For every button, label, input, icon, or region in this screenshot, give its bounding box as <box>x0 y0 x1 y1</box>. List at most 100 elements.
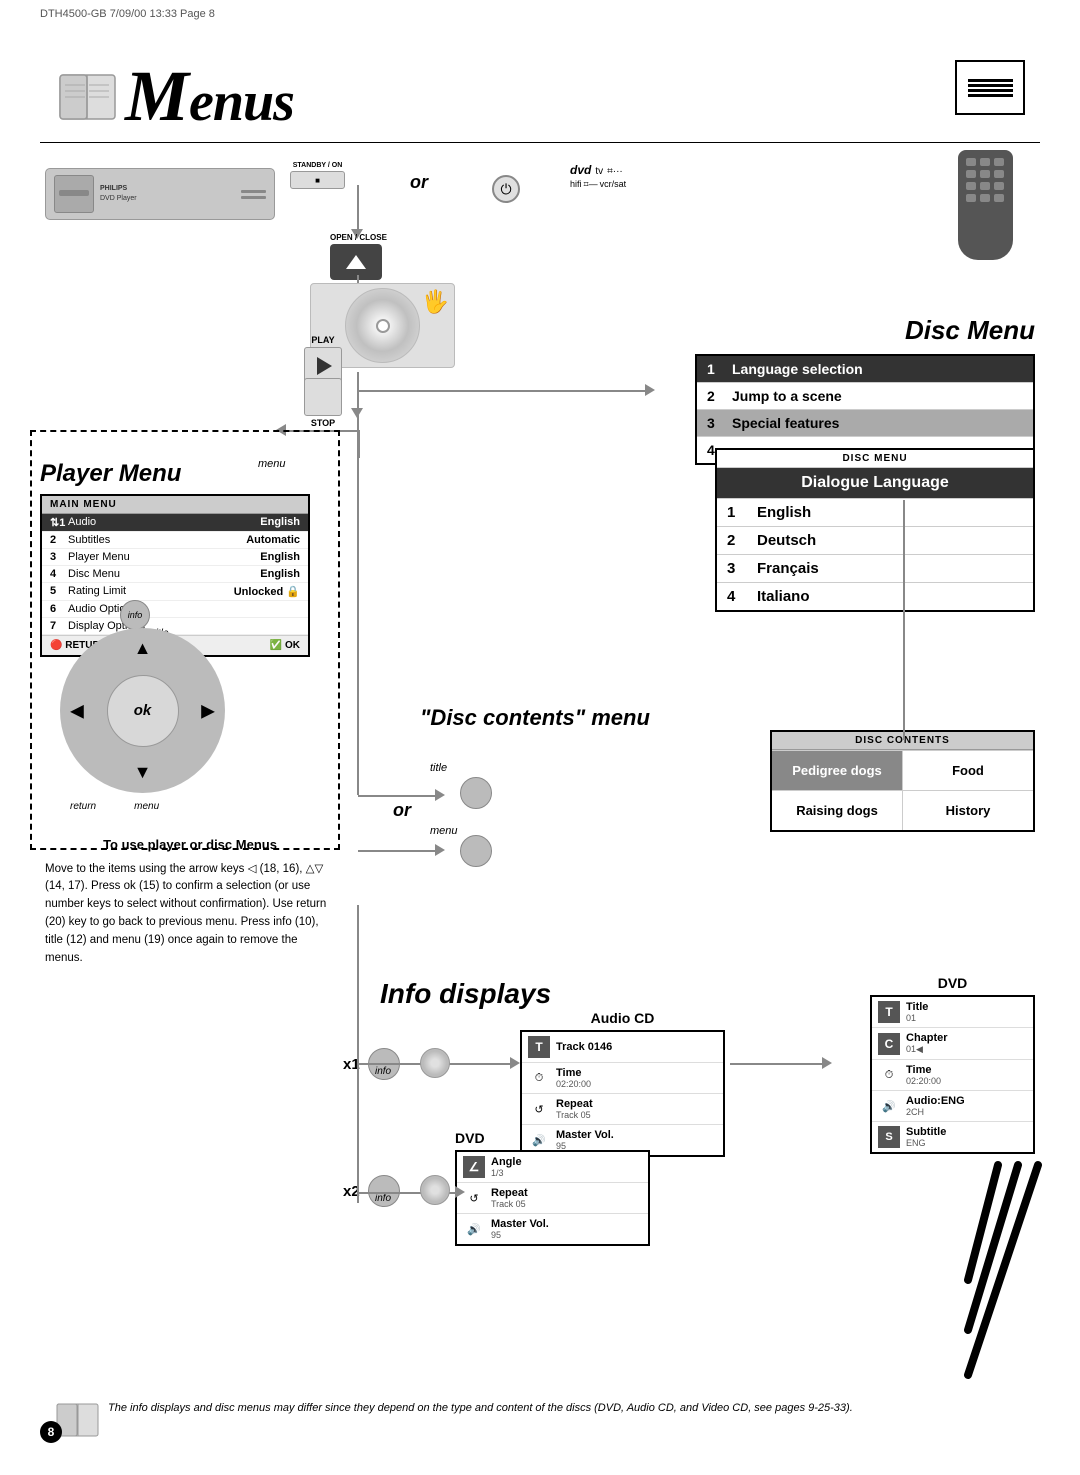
dvd-subtitle-row: S Subtitle ENG <box>872 1122 1033 1152</box>
audio-cd-label: Audio CD <box>520 1010 725 1026</box>
ok-button[interactable]: ok <box>107 675 179 747</box>
dvd-time-text: Time 02:20:00 <box>906 1064 941 1086</box>
x2-area: x2 <box>343 1175 400 1207</box>
time-text: Time 02:20:00 <box>556 1067 591 1089</box>
return-menu-row: return menu <box>60 801 225 812</box>
standby-label: STANDBY / ON <box>290 162 345 169</box>
disc-icon-x2 <box>420 1175 450 1205</box>
flow-line-v5 <box>357 905 359 1203</box>
repeat-row: ↺ Repeat Track 05 <box>522 1094 723 1125</box>
instruction-box: To use player or disc Menus Move to the … <box>45 835 335 967</box>
player-menu-rating[interactable]: 5 Rating Limit Unlocked 🔒 <box>42 583 308 601</box>
remote-circle-area: info title ▲ ▼ ◀ ▶ ok return menu <box>60 628 225 812</box>
dvd-x1-display: T Title 01 C Chapter 01◀ ⏱ Time 02:20:00… <box>870 995 1035 1154</box>
arrow-right-x1 <box>510 1057 520 1069</box>
time-icon: ⏱ <box>528 1067 550 1089</box>
dialogue-item-francais[interactable]: 3Français <box>717 554 1033 582</box>
menu-label-dc: menu <box>430 825 458 837</box>
disc-menu-section: Disc Menu 1Language selection 2Jump to a… <box>695 315 1035 465</box>
stop-label: STOP <box>304 418 342 428</box>
dvd-x2-section: DVD ∠ Angle 1/3 ↺ Repeat Track 05 🔊 Mast… <box>455 1130 650 1246</box>
dvd-graphic <box>963 1160 1048 1380</box>
flow-line-v4 <box>357 415 359 795</box>
dvd-x2-repeat-icon: ↺ <box>463 1187 485 1209</box>
dvd-audio-icon: 🔊 <box>878 1095 900 1117</box>
instruction-body: Move to the items using the arrow keys ◁… <box>45 861 335 968</box>
track-icon: T <box>528 1036 550 1058</box>
dvd-x2-vol-row: 🔊 Master Vol. 95 <box>457 1214 648 1244</box>
footnote-text: The info displays and disc menus may dif… <box>55 1400 1025 1440</box>
doc-reference: DTH4500-GB 7/09/00 13:33 Page 8 <box>40 8 215 20</box>
dialogue-item-english[interactable]: 1English <box>717 498 1033 526</box>
play-label: PLAY <box>304 335 342 345</box>
title-ball[interactable] <box>460 777 492 809</box>
dc-cell-raising[interactable]: Raising dogs <box>772 791 902 830</box>
disc-contents-heading: "Disc contents" menu <box>420 705 650 731</box>
player-menu-subtitles[interactable]: 2 Subtitles Automatic <box>42 532 308 549</box>
angle-text: Angle 1/3 <box>491 1156 522 1178</box>
dvd-x2-vol-text: Master Vol. 95 <box>491 1218 549 1240</box>
dc-cell-history[interactable]: History <box>903 791 1033 830</box>
disc-menu-item-1[interactable]: 1Language selection <box>697 356 1033 383</box>
dialogue-item-italiano[interactable]: 4Italiano <box>717 582 1033 610</box>
arrow-right-dc1 <box>435 789 445 801</box>
page-title: Menus <box>125 55 294 138</box>
open-close-area: OPEN / CLOSE <box>330 233 387 280</box>
open-close-label: OPEN / CLOSE <box>330 233 387 242</box>
disc-menu-item-3[interactable]: 3Special features <box>697 410 1033 437</box>
time-row: ⏱ Time 02:20:00 <box>522 1063 723 1094</box>
dc-cell-pedigree[interactable]: Pedigree dogs <box>772 751 902 790</box>
ok-label[interactable]: ✅ OK <box>270 640 300 651</box>
player-menu-audio[interactable]: ⇅1 Audio English <box>42 514 308 532</box>
arrow-right-x2 <box>455 1186 465 1198</box>
dvd-time-row: ⏱ Time 02:20:00 <box>872 1060 1033 1091</box>
book-icon <box>55 67 120 127</box>
dvd-x2-label: DVD <box>455 1130 650 1146</box>
hifi-source-label: hifi <box>570 179 582 189</box>
dvd-audio-text: Audio:ENG 2CH <box>906 1095 965 1117</box>
flow-line-h3 <box>358 795 438 797</box>
standby-button[interactable]: ■ <box>290 171 345 189</box>
dvd-player-device: PHILIPS DVD Player <box>45 168 275 220</box>
dialogue-language-menu: DISC MENU Dialogue Language 1English 2De… <box>715 448 1035 612</box>
repeat-text: Repeat Track 05 <box>556 1098 593 1120</box>
info-button-top[interactable]: info <box>120 600 150 630</box>
disc-menu-submenu-header: DISC MENU <box>717 450 1033 468</box>
dvd-source-label: dvd <box>570 163 591 177</box>
stop-button[interactable] <box>304 378 342 416</box>
menu-ball-dc[interactable] <box>460 835 492 867</box>
menu-label-remote: menu <box>134 801 159 812</box>
info-displays-title: Info displays <box>380 978 551 1010</box>
arrow-right-dvd <box>822 1057 832 1069</box>
dvd-chapter-text: Chapter 01◀ <box>906 1032 948 1055</box>
power-button[interactable]: ⏻ <box>492 175 520 203</box>
flow-line-h6 <box>358 1192 408 1194</box>
return-label-remote: return <box>70 801 96 812</box>
disc-contents-box: DISC CONTENTS Pedigree dogs Food Raising… <box>770 730 1035 832</box>
dialogue-title: Dialogue Language <box>717 468 1033 498</box>
dc-cell-food[interactable]: Food <box>903 751 1033 790</box>
open-close-button[interactable] <box>330 244 382 280</box>
or-label-1: or <box>410 172 428 193</box>
dvd-chapter-icon: C <box>878 1033 900 1055</box>
dvd-time-icon: ⏱ <box>878 1064 900 1086</box>
disc-menu-title: Disc Menu <box>695 315 1035 346</box>
disc-menu-item-2[interactable]: 2Jump to a scene <box>697 383 1033 410</box>
dvd-x2-vol-icon: 🔊 <box>463 1218 485 1240</box>
flow-line-1 <box>357 185 359 231</box>
dvd-x2-repeat-row: ↺ Repeat Track 05 <box>457 1183 648 1214</box>
player-menu-discmenu[interactable]: 4 Disc Menu English <box>42 566 308 583</box>
disc-contents-grid: Pedigree dogs Food Raising dogs History <box>772 750 1033 830</box>
dvd-title-text: Title 01 <box>906 1001 928 1023</box>
arrow-right-1 <box>645 384 655 396</box>
page-title-area: Menus <box>55 55 294 138</box>
or-label-2: or <box>393 800 411 821</box>
player-menu-playermenu[interactable]: 3 Player Menu English <box>42 549 308 566</box>
player-menu-audio-opts[interactable]: 6 Audio Options <box>42 601 308 618</box>
flow-line-h5 <box>358 1063 408 1065</box>
dvd-title-icon: T <box>878 1001 900 1023</box>
repeat-icon: ↺ <box>528 1098 550 1120</box>
dialogue-item-deutsch[interactable]: 2Deutsch <box>717 526 1033 554</box>
flow-line-h2 <box>282 430 358 432</box>
remote-nav-circle[interactable]: ▲ ▼ ◀ ▶ ok <box>60 628 225 793</box>
